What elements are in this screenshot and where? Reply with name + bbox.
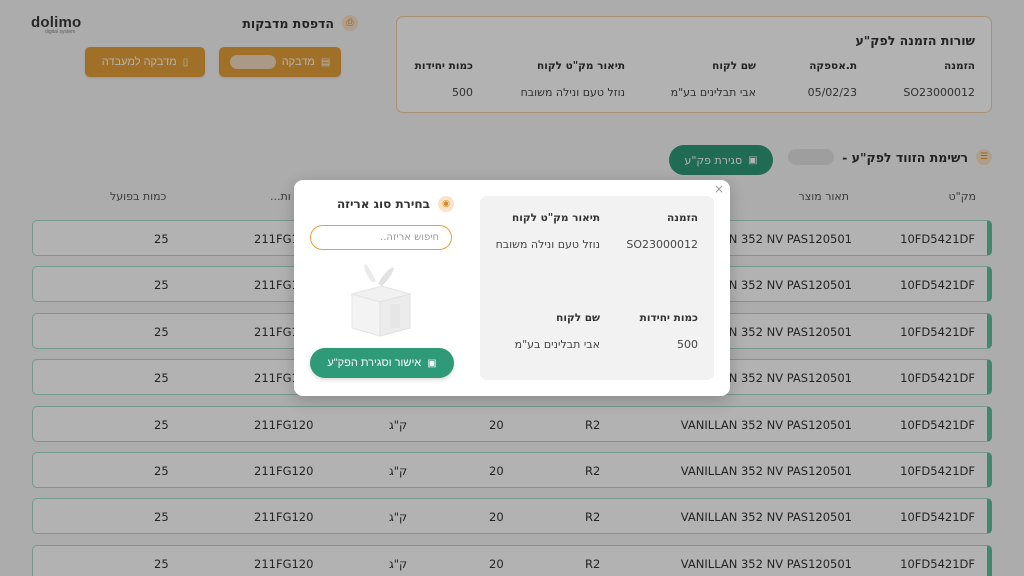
packaging-modal: × הזמנה SO23000012 תיאור מק"ט לקוח נוזל … [294, 180, 730, 396]
page: dolimo digital system ⎙ הדפסת מדבקות ▤ מ… [0, 0, 1024, 576]
info-value: אבי תבלינים בע"מ [514, 338, 600, 351]
save-icon: ▣ [427, 357, 437, 369]
info-order: הזמנה SO23000012 [626, 212, 698, 251]
package-search-input[interactable] [310, 225, 452, 250]
info-value: SO23000012 [626, 238, 698, 251]
info-customer: שם לקוח אבי תבלינים בע"מ [515, 312, 600, 351]
packaging-title: בחירת סוג אריזה [336, 197, 430, 211]
packaging-title-wrap: ◉ בחירת סוג אריזה [337, 196, 454, 212]
info-header: הזמנה [667, 212, 698, 224]
package-icon: ◉ [438, 196, 454, 212]
confirm-close-button[interactable]: ▣ אישור וסגירת הפק"ע [310, 348, 454, 378]
info-header: כמות יחידות [639, 312, 698, 324]
info-value: נוזל טעם ונילה משובח [495, 238, 600, 251]
order-info-box: הזמנה SO23000012 תיאור מק"ט לקוח נוזל טע… [480, 196, 714, 380]
info-desc: תיאור מק"ט לקוח נוזל טעם ונילה משובח [496, 212, 600, 251]
close-icon[interactable]: × [714, 182, 724, 196]
info-header: תיאור מק"ט לקוח [512, 212, 600, 224]
info-qty: כמות יחידות 500 [640, 312, 698, 351]
confirm-close-text: אישור וסגירת הפק"ע [327, 357, 422, 369]
info-header: שם לקוח [556, 312, 600, 324]
box-illustration-icon [350, 264, 412, 337]
info-value: 500 [677, 338, 698, 351]
